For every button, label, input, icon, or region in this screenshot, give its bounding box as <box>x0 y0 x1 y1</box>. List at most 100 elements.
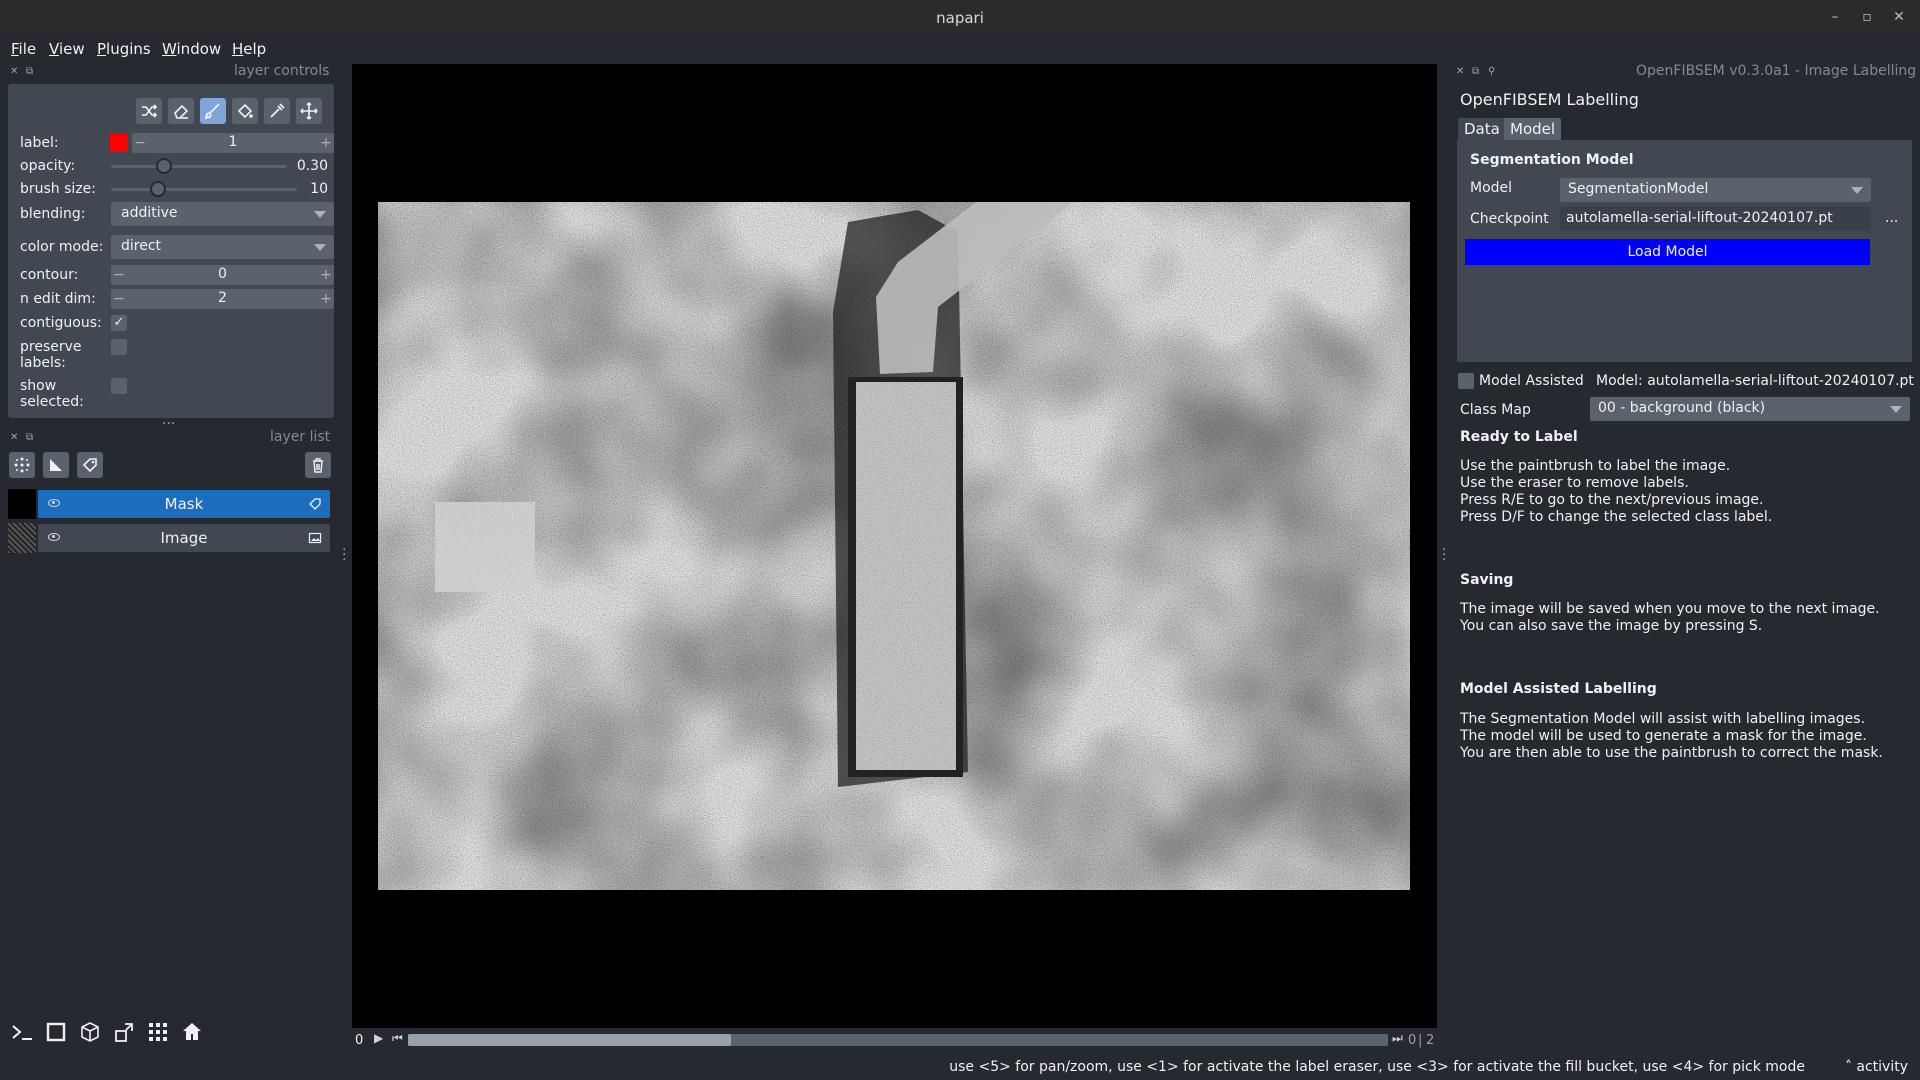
activity-button[interactable]: ˄ activity <box>1845 1059 1908 1075</box>
dim-separator: | <box>1418 1033 1423 1048</box>
fill-bucket-icon[interactable] <box>232 98 258 124</box>
roll-dims-icon[interactable] <box>76 1018 104 1046</box>
preserve-labels-checkbox[interactable] <box>111 339 127 355</box>
dim-slider-handle[interactable] <box>408 1034 732 1046</box>
first-frame-icon[interactable]: ⏮ <box>392 1031 403 1046</box>
label-caption: label: <box>20 135 59 151</box>
new-shapes-layer-icon[interactable] <box>43 452 69 478</box>
color-mode-value: direct <box>121 238 162 254</box>
color-mode-dropdown[interactable]: direct <box>111 235 334 259</box>
dim-slider-track[interactable] <box>408 1034 1388 1046</box>
dock-float-icon[interactable]: ⧉ <box>1472 66 1479 77</box>
last-frame-icon[interactable]: ⏭ <box>1392 1031 1403 1046</box>
saving-title: Saving <box>1460 572 1514 588</box>
pan-zoom-icon[interactable] <box>296 98 322 124</box>
layer-name-mask: Mask <box>164 495 204 513</box>
contiguous-checkbox[interactable]: ✓ <box>111 315 127 331</box>
console-icon[interactable] <box>8 1018 36 1046</box>
shuffle-icon[interactable] <box>136 98 162 124</box>
new-labels-layer-icon[interactable] <box>77 452 103 478</box>
label-color-swatch[interactable] <box>110 134 128 152</box>
contour-spinbox[interactable]: − 0 + <box>111 265 334 285</box>
paintbrush-icon[interactable] <box>200 98 226 124</box>
model-caption: Model <box>1470 180 1513 196</box>
labels-layer-icon <box>309 498 321 510</box>
dock-close-icon[interactable]: ✕ <box>10 66 18 77</box>
load-model-button[interactable]: Load Model <box>1465 239 1870 265</box>
eraser-icon[interactable] <box>168 98 194 124</box>
assisted-title: Model Assisted Labelling <box>1460 681 1657 697</box>
new-points-layer-icon[interactable] <box>9 452 35 478</box>
menu-view[interactable]: View <box>49 40 85 58</box>
checkpoint-value: autolamella-serial-liftout-20240107.pt <box>1566 210 1833 226</box>
chevron-down-icon <box>314 244 326 251</box>
microscopy-image[interactable] <box>378 202 1410 890</box>
menu-plugins[interactable]: Plugins <box>97 40 151 58</box>
label-value: 1 <box>228 134 238 150</box>
assisted-line-3: You are then able to use the paintbrush … <box>1460 745 1883 761</box>
contour-increment[interactable]: + <box>318 265 334 285</box>
class-map-dropdown[interactable]: 00 - background (black) <box>1590 397 1910 421</box>
show-selected-checkbox[interactable] <box>111 378 127 394</box>
close-icon[interactable]: ✕ <box>1890 8 1908 26</box>
opacity-value: 0.30 <box>296 158 328 174</box>
maximize-icon[interactable]: ▫ <box>1858 8 1876 26</box>
grid-icon[interactable] <box>144 1018 172 1046</box>
model-tab-panel: Segmentation Model Model SegmentationMod… <box>1457 140 1912 362</box>
label-increment[interactable]: + <box>318 133 334 153</box>
brush-size-slider[interactable] <box>111 188 297 191</box>
layer-item-image[interactable]: Image <box>38 524 330 552</box>
color-picker-icon[interactable] <box>264 98 290 124</box>
opacity-slider[interactable] <box>111 165 287 168</box>
model-value: SegmentationModel <box>1568 181 1709 197</box>
layer-row-image[interactable]: Image <box>8 523 330 553</box>
home-icon[interactable] <box>178 1018 206 1046</box>
dock-close-icon[interactable]: ✕ <box>10 432 18 443</box>
window-title-bar: napari – ▫ ✕ <box>0 0 1920 36</box>
ready-line-2: Use the eraser to remove labels. <box>1460 475 1689 491</box>
browse-checkpoint-button[interactable]: ... <box>1885 210 1898 226</box>
menu-help[interactable]: Help <box>232 40 266 58</box>
brush-size-slider-handle[interactable] <box>149 181 166 197</box>
transpose-icon[interactable] <box>110 1018 138 1046</box>
checkpoint-caption: Checkpoint <box>1470 211 1549 227</box>
right-dock-resize-handle[interactable]: · · · <box>1442 543 1446 567</box>
splitter-handle-icon[interactable]: ··· <box>162 416 175 432</box>
class-map-caption: Class Map <box>1460 402 1531 418</box>
tab-data[interactable]: Data <box>1458 118 1506 140</box>
dock-float-icon[interactable]: ⧉ <box>26 66 33 77</box>
dim-max: 2 <box>1426 1033 1435 1048</box>
layer-item-mask[interactable]: Mask <box>38 490 330 518</box>
tab-model[interactable]: Model <box>1504 118 1562 140</box>
segmentation-model-title: Segmentation Model <box>1470 152 1634 168</box>
image-thumbnail <box>8 523 36 553</box>
ndisplay-square-icon[interactable] <box>42 1018 70 1046</box>
menu-file[interactable]: File <box>11 40 36 58</box>
n-edit-dim-increment[interactable]: + <box>318 289 334 309</box>
layer-controls-panel: label: − 1 + opacity: 0.30 brush size: 1… <box>8 84 334 418</box>
color-mode-caption: color mode: <box>20 239 104 255</box>
dock-pin-icon[interactable]: ⚲ <box>1488 66 1495 77</box>
preserve-labels-caption: preserve labels: <box>20 339 82 371</box>
chevron-down-icon <box>1851 187 1863 194</box>
model-assisted-checkbox[interactable] <box>1458 373 1474 389</box>
n-edit-dim-caption: n edit dim: <box>20 291 96 307</box>
opacity-slider-handle[interactable] <box>155 158 172 174</box>
blending-dropdown[interactable]: additive <box>111 202 334 226</box>
minimize-icon[interactable]: – <box>1826 8 1844 26</box>
dim-current: 0 <box>1408 1033 1417 1048</box>
ready-line-3: Press R/E to go to the next/previous ima… <box>1460 492 1764 508</box>
checkpoint-input[interactable]: autolamella-serial-liftout-20240107.pt <box>1560 207 1871 231</box>
left-dock-resize-handle[interactable]: · · · <box>342 543 346 567</box>
activity-label: activity <box>1856 1059 1908 1075</box>
dock-float-icon[interactable]: ⧉ <box>26 432 33 443</box>
n-edit-dim-spinbox[interactable]: − 2 + <box>111 289 334 309</box>
delete-layer-icon[interactable] <box>305 452 331 478</box>
model-dropdown[interactable]: SegmentationModel <box>1560 178 1871 202</box>
window-title: napari <box>936 9 984 27</box>
dock-close-icon[interactable]: ✕ <box>1456 66 1464 77</box>
layer-row-mask[interactable]: Mask <box>8 489 330 519</box>
play-icon[interactable]: ▶ <box>374 1031 383 1045</box>
label-spinbox[interactable]: − 1 + <box>132 133 334 153</box>
menu-window[interactable]: Window <box>162 40 221 58</box>
